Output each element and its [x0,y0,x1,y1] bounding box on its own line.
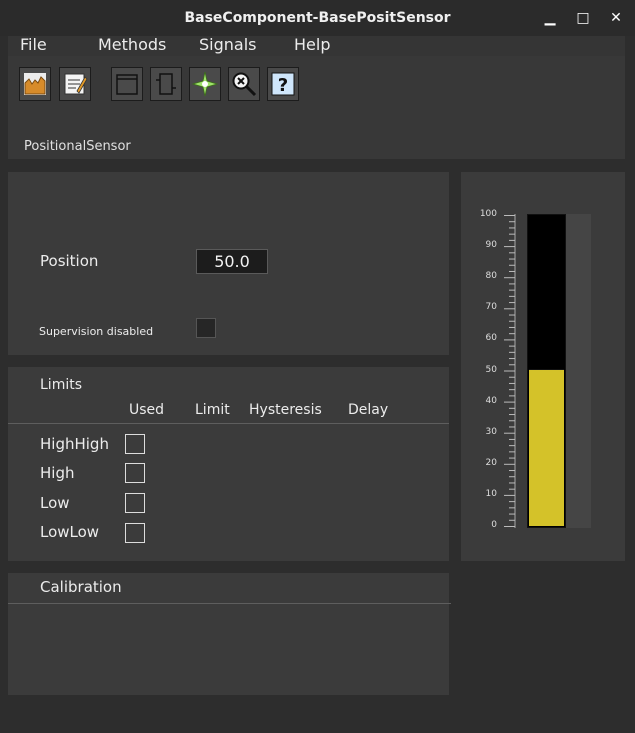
gauge-scale [504,214,516,528]
gauge-tick-label: 20 [485,457,497,468]
component-button[interactable] [150,67,182,101]
calibration-panel: Calibration [8,573,451,695]
highhigh-used-checkbox[interactable] [125,434,145,454]
limit-row-label: Low [40,494,70,512]
spark-button[interactable] [189,67,221,101]
low-used-checkbox[interactable] [125,493,145,513]
object-name: PositionalSensor [24,139,131,154]
limit-row-label: High [40,464,75,482]
zoom-search-icon [232,72,257,97]
calibration-divider [8,603,451,604]
maximize-icon[interactable]: □ [573,8,593,28]
lowlow-used-checkbox[interactable] [125,523,145,543]
limits-title: Limits [40,377,82,393]
edit-icon [64,73,88,95]
column-limit: Limit [195,402,230,418]
close-icon[interactable]: ✕ [606,8,626,28]
limits-panel: Limits Used Limit Hysteresis Delay HighH… [8,367,449,561]
gauge-tick-label: 70 [485,302,497,313]
gauge-bar-fill [529,369,564,526]
column-delay: Delay [348,402,389,418]
help-glyph: ? [278,75,288,96]
gauge-tick-label: 10 [485,488,497,499]
menu-signals[interactable]: Signals [199,36,256,54]
supervision-label: Supervision disabled [39,325,154,338]
help-button[interactable]: ? [267,67,299,101]
limit-row-label: LowLow [40,523,100,541]
supervision-checkbox[interactable] [196,318,216,338]
trend-button[interactable] [19,67,51,101]
gauge-tick-label: 50 [485,364,497,375]
limit-row-label: HighHigh [40,435,109,453]
zoom-search-button[interactable] [228,67,260,101]
gauge-bar [527,214,566,528]
gauge-tick-label: 60 [485,333,497,344]
position-value: 50.0 [196,249,268,274]
column-used: Used [129,402,165,418]
high-used-checkbox[interactable] [125,463,145,483]
limits-divider [8,423,449,424]
position-gauge: 100 90 80 70 60 50 40 30 20 10 0 [461,172,625,561]
edit-button[interactable] [59,67,91,101]
gauge-tick-label: 30 [485,426,497,437]
spark-icon [192,71,218,97]
gauge-tick-label: 100 [479,209,497,219]
menu-help[interactable]: Help [294,36,330,54]
title-bar: BaseComponent-BasePositSensor ▁ □ ✕ [0,0,635,36]
gauge-tick-label: 80 [485,271,497,282]
menu-bar: File Methods Signals Help [8,36,625,56]
help-icon: ? [271,72,295,96]
toolbar-panel: ? PositionalSensor [8,56,625,159]
main-panel: Position 50.0 Supervision disabled [8,172,449,355]
gauge-tick-label: 0 [491,520,497,530]
trend-icon [24,73,46,95]
gauge-tick-label: 40 [485,395,497,406]
position-label: Position [40,252,99,270]
calibration-title: Calibration [40,578,122,596]
window-icon [116,74,138,95]
component-icon [156,73,176,95]
menu-methods[interactable]: Methods [98,36,166,54]
menu-file[interactable]: File [20,36,47,54]
minimize-icon[interactable]: ▁ [540,8,560,28]
window-button[interactable] [111,67,143,101]
column-hysteresis: Hysteresis [249,402,322,418]
gauge-tick-label: 90 [485,240,497,251]
